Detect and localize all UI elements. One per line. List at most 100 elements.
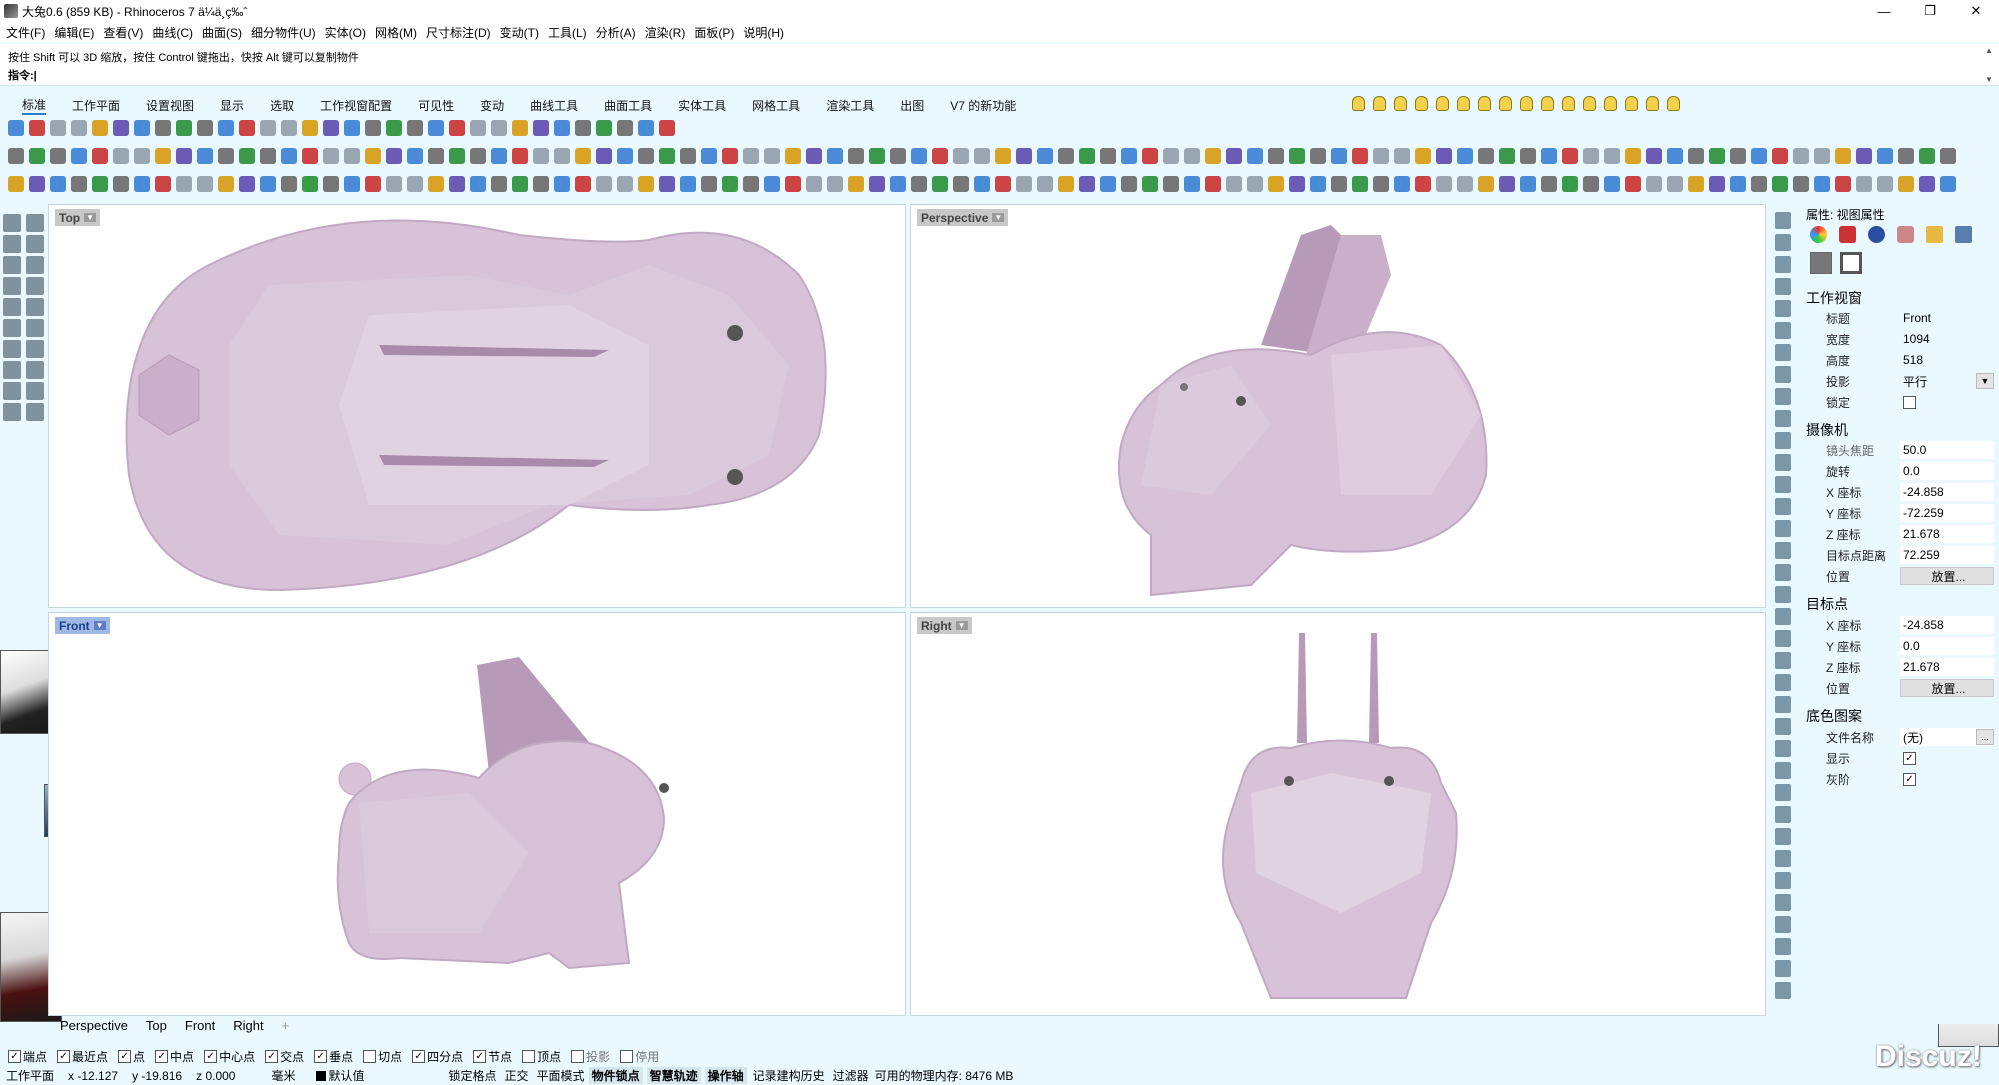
- tool-icon[interactable]: [512, 120, 528, 136]
- menu-surface[interactable]: 曲面(S): [202, 24, 242, 41]
- tool-icon[interactable]: [785, 148, 801, 164]
- minimize-button[interactable]: —: [1861, 0, 1907, 22]
- tool-icon[interactable]: [1772, 148, 1788, 164]
- tool-icon[interactable]: [1940, 176, 1956, 192]
- tab-transform[interactable]: 变动: [480, 97, 504, 114]
- prop-value[interactable]: Front: [1900, 309, 1994, 327]
- tool-icon[interactable]: [806, 176, 822, 192]
- tool-icon[interactable]: [743, 176, 759, 192]
- tab-visibility[interactable]: 可见性: [418, 97, 454, 114]
- tool-icon[interactable]: [365, 176, 381, 192]
- tab-new-in-v7[interactable]: V7 的新功能: [950, 97, 1016, 114]
- tool-icon[interactable]: [470, 120, 486, 136]
- tool-icon[interactable]: [890, 148, 906, 164]
- osnap-checkbox[interactable]: ✓: [265, 1050, 279, 1063]
- tool-icon[interactable]: [827, 176, 843, 192]
- viewport-tab-right[interactable]: Right: [233, 1018, 263, 1033]
- osnap-checkbox[interactable]: ✓: [57, 1050, 71, 1063]
- viewport-top-label[interactable]: Top ▼: [55, 209, 101, 226]
- tool-icon[interactable]: [3, 403, 21, 421]
- osnap-checkbox[interactable]: [620, 1050, 634, 1063]
- tool-icon[interactable]: [92, 120, 108, 136]
- tool-icon[interactable]: [1730, 176, 1746, 192]
- osnap-option[interactable]: 停用: [620, 1048, 659, 1065]
- tool-icon[interactable]: [155, 120, 171, 136]
- viewport-perspective[interactable]: Perspective ▼: [910, 204, 1766, 608]
- menu-dimension[interactable]: 尺寸标注(D): [426, 24, 491, 41]
- menu-tools[interactable]: 工具(L): [548, 24, 587, 41]
- tool-icon[interactable]: [1775, 234, 1791, 251]
- tool-icon[interactable]: [449, 120, 465, 136]
- prop-value[interactable]: -72.259: [1900, 504, 1994, 522]
- osnap-option[interactable]: ✓ 端点: [8, 1048, 47, 1065]
- tool-icon[interactable]: [1394, 148, 1410, 164]
- tool-icon[interactable]: [71, 176, 87, 192]
- osnap-option[interactable]: ✓ 四分点: [412, 1048, 463, 1065]
- folder-icon[interactable]: [1926, 226, 1943, 243]
- tool-icon[interactable]: [1814, 176, 1830, 192]
- tool-icon[interactable]: [302, 176, 318, 192]
- tab-drafting[interactable]: 出图: [900, 97, 924, 114]
- tool-icon[interactable]: [911, 148, 927, 164]
- tool-icon[interactable]: [1775, 608, 1791, 625]
- tool-icon[interactable]: [554, 176, 570, 192]
- tool-icon[interactable]: [1205, 148, 1221, 164]
- tool-icon[interactable]: [1016, 176, 1032, 192]
- menu-curve[interactable]: 曲线(C): [152, 24, 193, 41]
- tool-icon[interactable]: [1775, 498, 1791, 515]
- tool-icon[interactable]: [8, 148, 24, 164]
- tool-icon[interactable]: [596, 120, 612, 136]
- tool-icon[interactable]: [1016, 148, 1032, 164]
- tool-icon[interactable]: [260, 148, 276, 164]
- tool-icon[interactable]: [1775, 982, 1791, 999]
- status-smarttrack[interactable]: 智慧轨迹: [646, 1067, 701, 1084]
- tool-icon[interactable]: [1775, 828, 1791, 845]
- tab-render-tools[interactable]: 渲染工具: [826, 97, 874, 114]
- osnap-option[interactable]: ✓ 垂点: [314, 1048, 353, 1065]
- viewport-perspective-label[interactable]: Perspective ▼: [917, 209, 1009, 226]
- tool-icon[interactable]: [1775, 388, 1791, 405]
- tool-icon[interactable]: [26, 340, 44, 358]
- tool-icon[interactable]: [995, 148, 1011, 164]
- status-ortho[interactable]: 正交: [505, 1067, 529, 1084]
- tool-icon[interactable]: [974, 176, 990, 192]
- tool-icon[interactable]: [1877, 176, 1893, 192]
- tool-icon[interactable]: [1775, 300, 1791, 317]
- tool-icon[interactable]: [512, 148, 528, 164]
- command-scrollbar[interactable]: ▲ ▼: [1985, 46, 1995, 84]
- tool-icon[interactable]: [1121, 148, 1137, 164]
- tab-cplanes[interactable]: 工作平面: [72, 97, 120, 114]
- tool-icon[interactable]: [1775, 564, 1791, 581]
- tool-icon[interactable]: [218, 120, 234, 136]
- tool-icon[interactable]: [1625, 148, 1641, 164]
- tool-icon[interactable]: [806, 148, 822, 164]
- tool-icon[interactable]: [722, 176, 738, 192]
- tab-curve-tools[interactable]: 曲线工具: [530, 97, 578, 114]
- tool-icon[interactable]: [1310, 176, 1326, 192]
- display-icon[interactable]: [1955, 226, 1972, 243]
- tool-icon[interactable]: [680, 148, 696, 164]
- prop-value[interactable]: 21.678: [1900, 658, 1994, 676]
- tool-icon[interactable]: [1583, 176, 1599, 192]
- tool-icon[interactable]: [1775, 960, 1791, 977]
- prop-value[interactable]: 0.0: [1900, 462, 1994, 480]
- bulb-icon[interactable]: [1625, 96, 1638, 111]
- tool-icon[interactable]: [1037, 148, 1053, 164]
- tool-icon[interactable]: [1775, 740, 1791, 757]
- osnap-checkbox[interactable]: ✓: [204, 1050, 218, 1063]
- tool-icon[interactable]: [1142, 176, 1158, 192]
- camera-icon[interactable]: [1810, 252, 1832, 274]
- tool-icon[interactable]: [3, 277, 21, 295]
- tool-icon[interactable]: [869, 148, 885, 164]
- tool-icon[interactable]: [3, 382, 21, 400]
- tool-icon[interactable]: [1709, 148, 1725, 164]
- tool-icon[interactable]: [281, 148, 297, 164]
- tool-icon[interactable]: [932, 148, 948, 164]
- status-history[interactable]: 记录建构历史: [753, 1067, 825, 1084]
- tool-icon[interactable]: [1121, 176, 1137, 192]
- tool-icon[interactable]: [1436, 148, 1452, 164]
- tool-icon[interactable]: [1775, 586, 1791, 603]
- prop-value[interactable]: 50.0: [1900, 441, 1994, 459]
- tool-icon[interactable]: [50, 120, 66, 136]
- tool-icon[interactable]: [26, 235, 44, 253]
